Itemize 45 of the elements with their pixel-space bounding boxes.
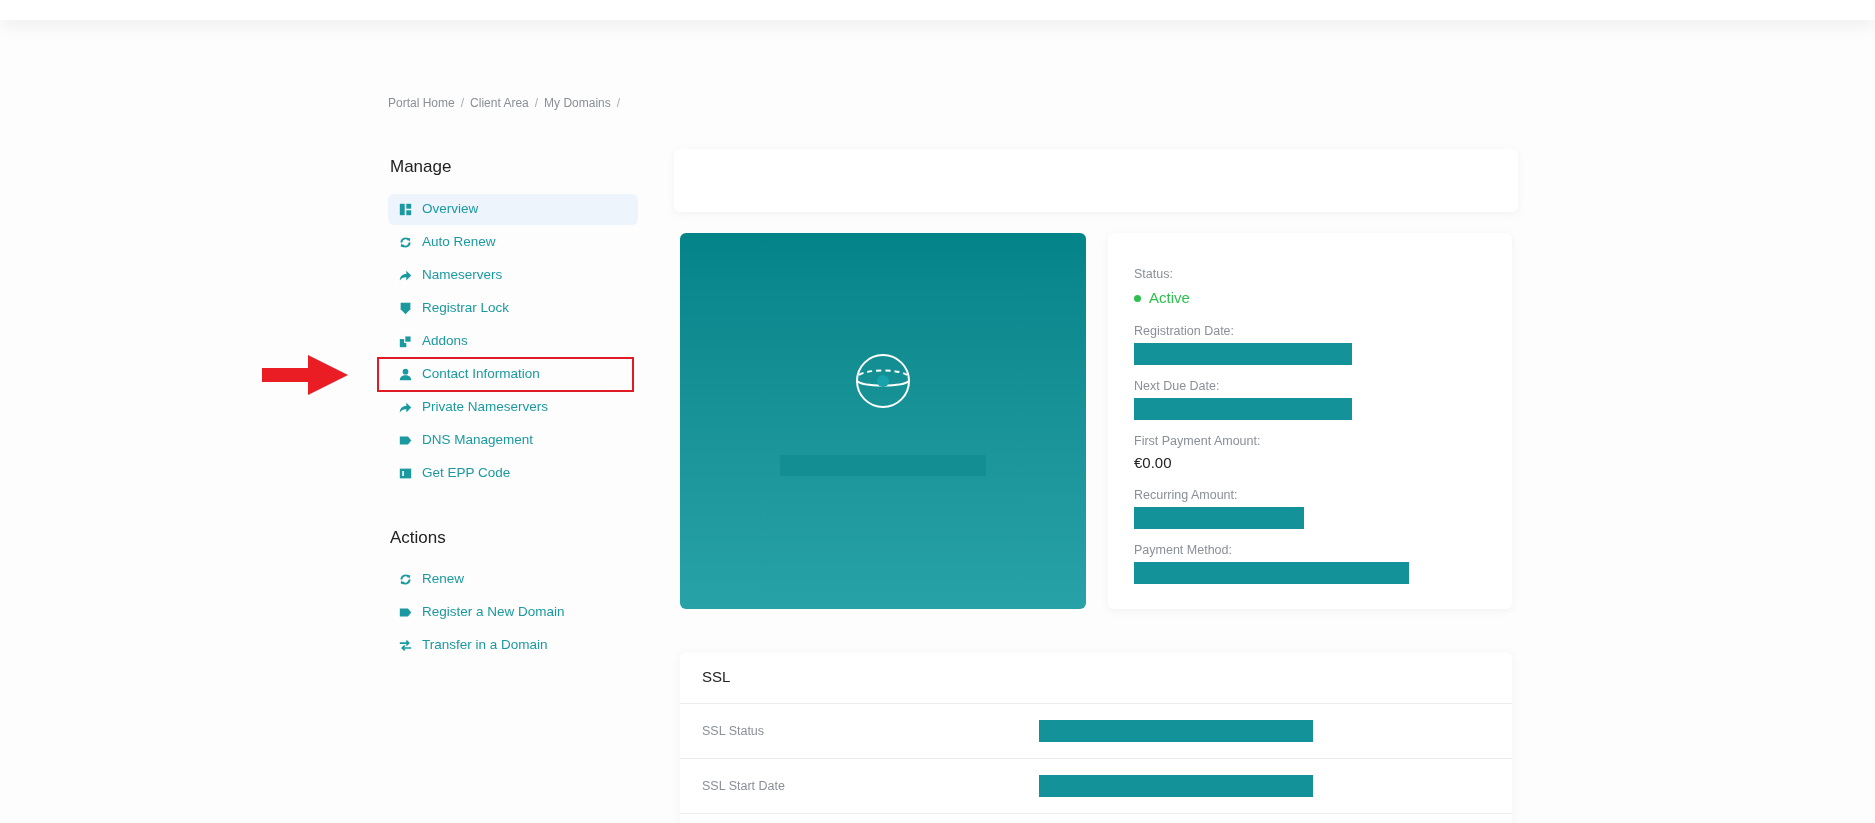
field-label: Next Due Date:	[1134, 377, 1221, 395]
user-icon	[399, 367, 412, 381]
sidebar-link[interactable]: Register a New Domain	[388, 597, 638, 628]
share-arrow-icon	[399, 400, 412, 414]
breadcrumb-separator: /	[460, 95, 465, 112]
row-label: SSL Status	[702, 722, 766, 740]
dashboard-icon	[399, 202, 412, 216]
sidebar-link[interactable]: Transfer in a Domain	[388, 630, 638, 661]
field-label: Recurring Amount:	[1134, 487, 1239, 504]
sidebar-link[interactable]: Overview	[388, 193, 638, 225]
sidebar-link[interactable]: Private Nameservers	[388, 391, 638, 423]
field-label: First Payment Amount:	[1134, 432, 1262, 450]
tag-icon	[399, 433, 412, 447]
sidebar-link[interactable]: Auto Renew	[388, 226, 638, 258]
breadcrumb-link[interactable]: Client Area	[470, 94, 529, 112]
sidebar-link[interactable]: Contact Information	[379, 358, 632, 390]
section-heading: Actions	[389, 526, 447, 549]
globe-icon	[855, 353, 911, 409]
sidebar-link[interactable]: Addons	[388, 325, 638, 357]
field-label: Registration Date:	[1134, 322, 1236, 340]
tag-icon	[399, 606, 412, 619]
breadcrumb-separator: /	[616, 95, 621, 112]
share-arrow-icon	[399, 268, 412, 282]
field-label: Payment Method:	[1134, 542, 1233, 559]
section-heading: Manage	[389, 156, 453, 178]
breadcrumb-separator: /	[534, 95, 539, 112]
field-label: Status:	[1134, 266, 1174, 283]
sidebar-link[interactable]: DNS Management	[388, 424, 638, 456]
field-value: €0.00	[1134, 452, 1173, 473]
shield-icon	[399, 301, 412, 315]
id-card-icon	[399, 466, 412, 480]
pointer-arrow-icon	[262, 354, 348, 395]
sidebar-link[interactable]: Nameservers	[388, 259, 638, 291]
row-label: SSL Start Date	[702, 777, 786, 795]
refresh-icon	[399, 235, 412, 249]
sidebar-link[interactable]: Renew	[388, 564, 638, 595]
sidebar-link[interactable]: Get EPP Code	[388, 457, 638, 489]
swap-arrows-icon	[399, 639, 412, 652]
breadcrumb-link[interactable]: Portal Home	[388, 94, 455, 112]
addons-icon	[399, 334, 412, 348]
status-value: Active	[1149, 288, 1190, 308]
sidebar-link[interactable]: Registrar Lock	[388, 292, 638, 324]
refresh-icon	[399, 573, 412, 586]
card-title: SSL	[680, 652, 1512, 704]
breadcrumb-link[interactable]: My Domains	[544, 94, 611, 112]
